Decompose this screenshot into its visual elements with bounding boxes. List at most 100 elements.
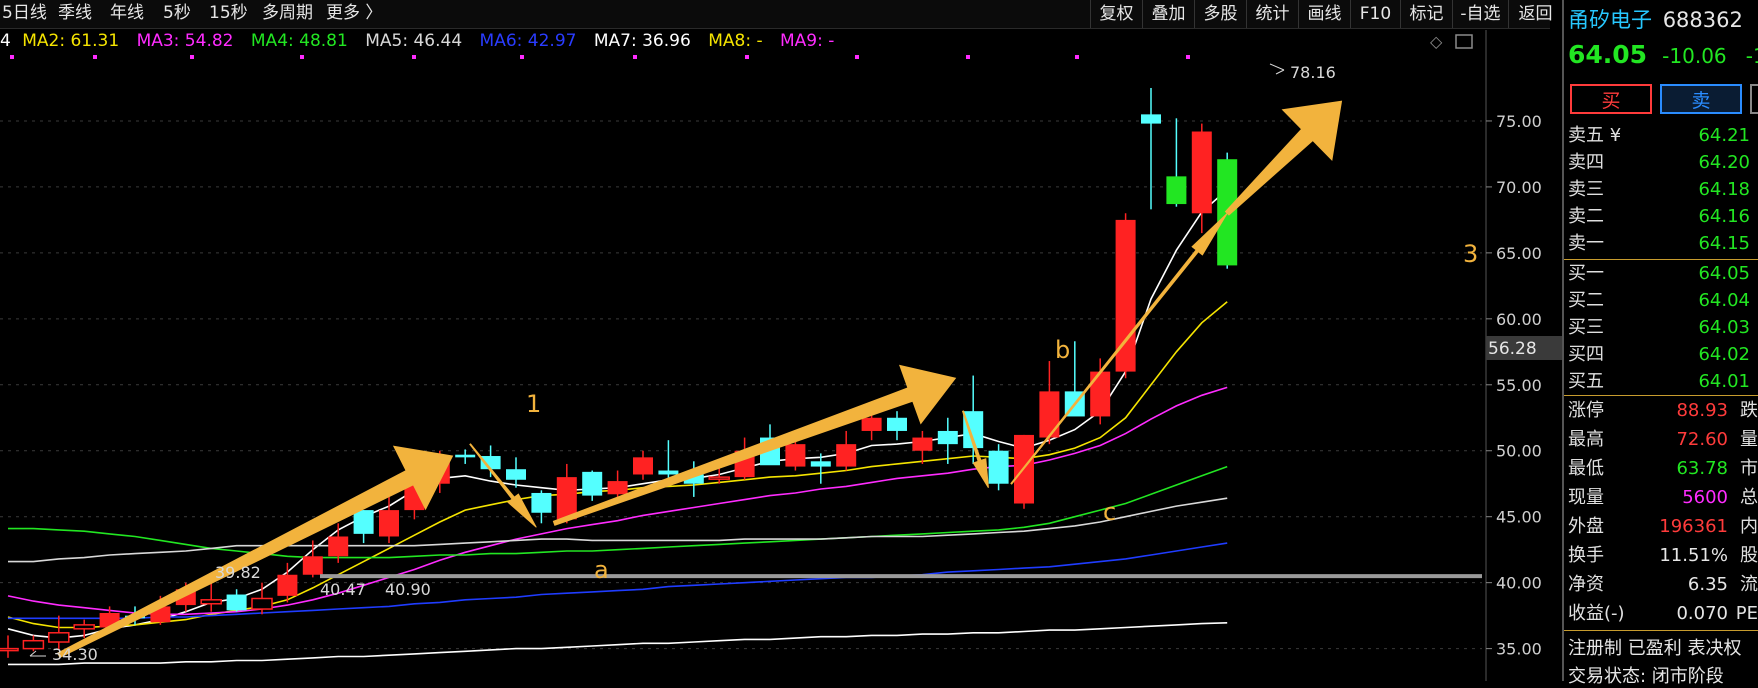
sell-button[interactable]: 卖 [1660, 84, 1742, 114]
stock-name[interactable]: 甬矽电子 [1568, 8, 1652, 32]
stat-row-7-label: 净资 [1568, 574, 1604, 595]
diamond-icon[interactable]: ◇ [1430, 32, 1443, 51]
chart-icons[interactable]: ◇ [1430, 32, 1473, 51]
overlay-button[interactable]: 叠加 [1142, 0, 1194, 28]
axis-tick-label: 75.00 [1496, 112, 1542, 131]
stat-row-5-extra: 内 [1740, 516, 1758, 537]
price-annotations: 78.16 34.30 39.82 40.47 40.90 [29, 63, 1336, 664]
ma-dot [412, 55, 416, 59]
candle-body [785, 444, 806, 467]
period-15sec[interactable]: 15秒 [209, 0, 248, 26]
stat-row-3: 最低 63.78 市 [1564, 456, 1758, 482]
mark-button[interactable]: 标记 [1400, 0, 1452, 28]
bid-row-1: 买一 64.05 [1564, 261, 1758, 287]
stat-row-1-value: 88.93 [1676, 400, 1728, 421]
candle-body [0, 647, 19, 652]
candle-body [633, 457, 653, 475]
candle-body [353, 510, 374, 534]
bid-row-5-label: 买五 [1568, 371, 1604, 392]
candle-body [1166, 176, 1187, 205]
fuquan-button[interactable]: 复权 [1090, 0, 1142, 28]
candle-body [887, 417, 907, 431]
ma-dot [1186, 55, 1190, 59]
ma-dot [520, 55, 524, 59]
period-5day[interactable]: 5日线 [2, 0, 47, 26]
stat-row-2: 最高 72.60 量 [1564, 427, 1758, 453]
candle-body [379, 510, 399, 537]
candle-body [1141, 114, 1161, 124]
ma-dot [633, 55, 637, 59]
stat-row-3-label: 最低 [1568, 458, 1604, 479]
candle-body [531, 492, 552, 513]
stat-row-8-label: 收益(-) [1568, 603, 1625, 624]
bid-row-1-label: 买一 [1568, 263, 1604, 284]
ma4-value: MA4: 48.81 [250, 31, 348, 51]
wave-label-a: a [594, 556, 609, 584]
price-label-4090: 40.90 [385, 580, 431, 599]
ask-row-3-label: 卖三 [1568, 179, 1604, 200]
period-year[interactable]: 年线 [110, 0, 144, 26]
candle-body [1090, 371, 1111, 417]
stat-row-4-extra: 总 [1740, 487, 1758, 508]
candle-body [1039, 391, 1060, 438]
candle-body [1191, 131, 1212, 214]
bid-row-2: 买二 64.04 [1564, 288, 1758, 314]
stat-row-4-label: 现量 [1568, 487, 1604, 508]
ma-dot [855, 55, 859, 59]
candle-body [810, 461, 831, 467]
remove-watchlist-button[interactable]: -自选 [1452, 0, 1508, 28]
f10-button[interactable]: F10 [1350, 0, 1400, 28]
bid-row-2-label: 买二 [1568, 290, 1604, 311]
kline-chart[interactable]: 75.00 70.00 65.00 60.00 55.00 50.00 45.00 40.00… [0, 0, 1562, 681]
period-more[interactable]: 更多 〉 [326, 0, 382, 26]
period-5sec[interactable]: 5秒 [163, 0, 191, 26]
extra-button[interactable] [1750, 84, 1758, 114]
ask-row-5-label: 卖一 [1568, 233, 1604, 254]
bid-row-1-value: 64.05 [1698, 263, 1750, 284]
candlesticks [0, 87, 1238, 658]
stat-row-4: 现量 5600 总 [1564, 485, 1758, 511]
ma-line-ma6 [8, 542, 1228, 620]
bid-row-4-value: 64.02 [1698, 344, 1750, 365]
price-change-pct: -13. [1745, 44, 1758, 68]
stat-row-4-value: 5600 [1682, 487, 1728, 508]
stat-row-7-extra: 流 [1740, 574, 1758, 595]
listing-tags: 注册制 已盈利 表决权 [1568, 638, 1742, 659]
window-toggle-icon[interactable] [1455, 34, 1473, 49]
stat-row-7: 净资 6.35 流 [1564, 572, 1758, 598]
high-price-label: 78.16 [1290, 63, 1336, 82]
ma-marker-dots [10, 55, 1190, 59]
ask-row-4: 卖二 64.16 [1564, 204, 1758, 230]
stat-row-6-value: 11.51% [1659, 545, 1728, 566]
ask-row-4-value: 64.16 [1698, 206, 1750, 227]
multi-stock-button[interactable]: 多股 [1194, 0, 1246, 28]
period-quarter[interactable]: 季线 [58, 0, 92, 26]
back-button[interactable]: 返回 [1508, 0, 1562, 28]
stat-row-8-extra: PE [1735, 603, 1758, 624]
stat-row-6: 换手 11.51% 股 [1564, 543, 1758, 569]
wave-label-c: c [1103, 498, 1116, 526]
ask-row-5-value: 64.15 [1698, 233, 1750, 254]
ask-row-5: 卖一 64.15 [1564, 231, 1758, 257]
bid-row-5-value: 64.01 [1698, 371, 1750, 392]
candle-body [455, 454, 476, 458]
low-price-label: 34.30 [52, 645, 98, 664]
candle-body [988, 450, 1009, 484]
bid-row-2-value: 64.04 [1698, 290, 1750, 311]
buy-button[interactable]: 买 [1570, 84, 1652, 114]
svg-text:56.28: 56.28 [1488, 339, 1537, 359]
price-label-4047: 40.47 [320, 580, 366, 599]
period-multi[interactable]: 多周期 [262, 0, 313, 26]
stat-row-5: 外盘 196361 内 [1564, 514, 1758, 540]
statistics-button[interactable]: 统计 [1246, 0, 1298, 28]
stat-row-6-extra: 股 [1740, 545, 1758, 566]
draw-line-button[interactable]: 画线 [1298, 0, 1350, 28]
stock-code: 688362 [1662, 8, 1743, 32]
stat-row-5-value: 196361 [1659, 516, 1728, 537]
ma7-value: MA7: 36.96 [593, 31, 691, 51]
candle-body [506, 469, 526, 480]
ma-dot [10, 55, 14, 59]
stat-row-5-label: 外盘 [1568, 516, 1604, 537]
bid-row-4: 买四 64.02 [1564, 342, 1758, 368]
wave-label-b: b [1055, 336, 1070, 364]
